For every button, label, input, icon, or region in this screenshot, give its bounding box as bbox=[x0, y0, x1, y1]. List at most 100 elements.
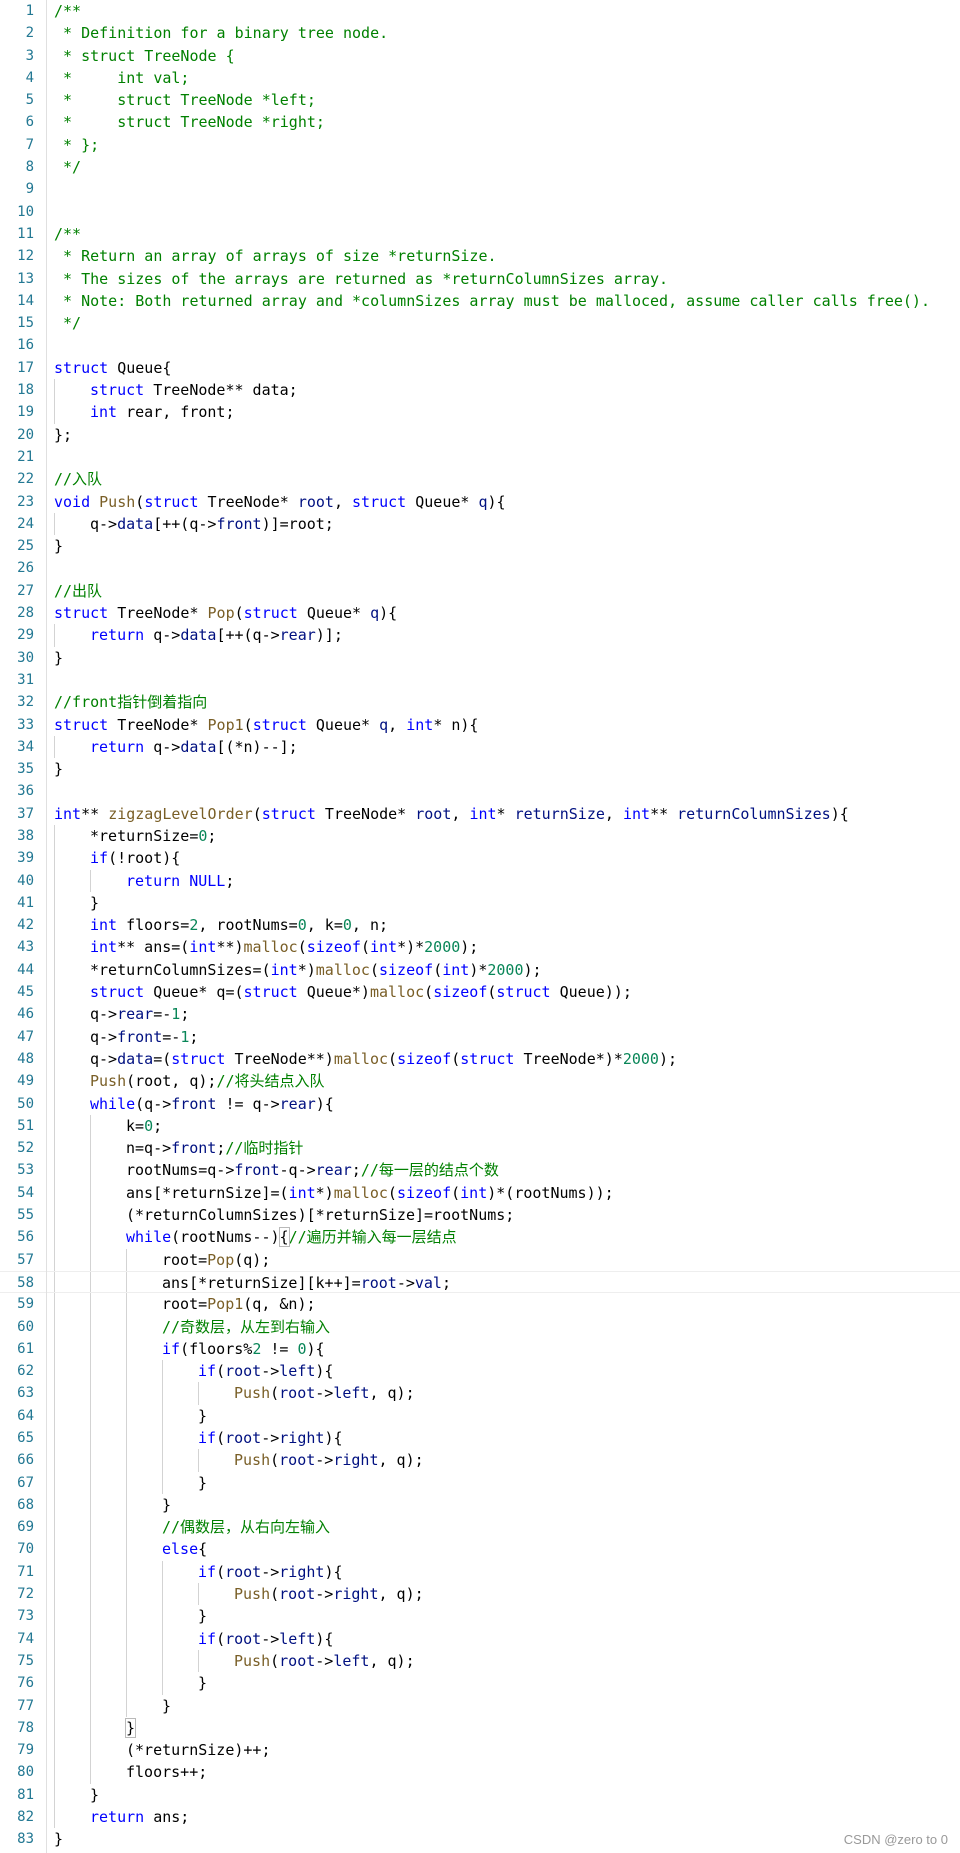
code-line[interactable]: 36 bbox=[0, 780, 960, 802]
code-line[interactable]: 83} bbox=[0, 1828, 960, 1850]
code-line[interactable]: 32 //front指针倒着指向 bbox=[0, 691, 960, 713]
code-line[interactable]: 25} bbox=[0, 535, 960, 557]
code-line[interactable]: 14 * Note: Both returned array and *colu… bbox=[0, 290, 960, 312]
code-line[interactable]: 57 root=Pop(q); bbox=[0, 1248, 960, 1271]
indent-guide bbox=[54, 1649, 55, 1673]
code-line[interactable]: 39 if(!root){ bbox=[0, 847, 960, 870]
code-line[interactable]: 71 if(root->right){ bbox=[0, 1560, 960, 1584]
code-line[interactable]: 81} bbox=[0, 1783, 960, 1807]
code-line[interactable]: 11 /** bbox=[0, 223, 960, 245]
code-line[interactable]: 48 q->data=(struct TreeNode**)malloc(size… bbox=[0, 1047, 960, 1071]
code-line[interactable]: 56 while(rootNums--){//遍历并输入每一层结点 bbox=[0, 1226, 960, 1249]
code-line[interactable]: 50 while(q->front != q->rear){ bbox=[0, 1092, 960, 1115]
code-line[interactable]: 10 bbox=[0, 201, 960, 223]
code-line[interactable]: 4 * int val; bbox=[0, 67, 960, 89]
code-line[interactable]: 45 struct Queue* q=(struct Queue*)malloc(… bbox=[0, 981, 960, 1004]
code-line[interactable]: 6 * struct TreeNode *right; bbox=[0, 111, 960, 133]
code-line[interactable]: 47 q->front=-1; bbox=[0, 1025, 960, 1048]
code-line[interactable]: 20}; bbox=[0, 424, 960, 446]
code-line[interactable]: 16 bbox=[0, 334, 960, 356]
code-line[interactable]: 37 int** zigzagLevelOrder(struct TreeNode… bbox=[0, 803, 960, 825]
code-line[interactable]: 76} bbox=[0, 1672, 960, 1695]
code-line[interactable]: 42 int floors=2, rootNums=0, k=0, n; bbox=[0, 914, 960, 937]
code-line[interactable]: 55 (*returnColumnSizes)[*returnSize]=root… bbox=[0, 1204, 960, 1227]
code-line[interactable]: 18 struct TreeNode** data; bbox=[0, 379, 960, 402]
code-line[interactable]: 40 return NULL; bbox=[0, 869, 960, 892]
code-line[interactable]: 15 */ bbox=[0, 312, 960, 334]
code-text: struct Queue* q=(struct Queue*)malloc(si… bbox=[90, 981, 632, 1003]
code-line[interactable]: 31 bbox=[0, 669, 960, 691]
code-line[interactable]: 24 q->data[++(q->front)]=root; bbox=[0, 512, 960, 536]
code-line[interactable]: 22 //入队 bbox=[0, 468, 960, 490]
code-line[interactable]: 19 int rear, front; bbox=[0, 401, 960, 424]
code-line[interactable]: 13 * The sizes of the arrays are returne… bbox=[0, 268, 960, 290]
code-line[interactable]: 27 //出队 bbox=[0, 580, 960, 602]
code-line[interactable]: 12 * Return an array of arrays of size *… bbox=[0, 245, 960, 267]
token-plain: Queue*) bbox=[297, 983, 370, 1002]
token-comment: //偶数层，从右向左输入 bbox=[162, 1518, 331, 1537]
indent-guide bbox=[90, 1226, 91, 1249]
code-line[interactable]: 29 return q->data[++(q->rear)]; bbox=[0, 624, 960, 647]
code-line[interactable]: 68} bbox=[0, 1493, 960, 1517]
code-line[interactable]: 78} bbox=[0, 1716, 960, 1740]
code-editor[interactable]: 1 /** 2 * Definition for a binary tree nod… bbox=[0, 0, 960, 1853]
code-line[interactable]: 28 struct TreeNode* Pop(struct Queue* q){ bbox=[0, 602, 960, 624]
code-line[interactable]: 46 q->rear=-1; bbox=[0, 1003, 960, 1026]
code-line[interactable]: 3 * struct TreeNode { bbox=[0, 45, 960, 67]
code-line[interactable]: 5 * struct TreeNode *left; bbox=[0, 89, 960, 111]
code-line[interactable]: 34 return q->data[(*n)--]; bbox=[0, 735, 960, 759]
code-line[interactable]: 33 struct TreeNode* Pop1(struct Queue* q,… bbox=[0, 714, 960, 736]
token-plain: -> bbox=[261, 1362, 280, 1381]
code-line[interactable]: 77} bbox=[0, 1694, 960, 1717]
code-line[interactable]: 67} bbox=[0, 1471, 960, 1494]
code-line[interactable]: 21 bbox=[0, 446, 960, 468]
code-line[interactable]: 53 rootNums=q->front-q->rear;//每一层的结点个数 bbox=[0, 1159, 960, 1182]
code-line[interactable]: 60 //奇数层，从左到右输入 bbox=[0, 1315, 960, 1338]
line-number: 5 bbox=[25, 92, 34, 109]
code-line[interactable]: 17 struct Queue{ bbox=[0, 357, 960, 379]
code-line[interactable]: 79 (*returnSize)++; bbox=[0, 1739, 960, 1762]
line-number: 31 bbox=[17, 671, 34, 688]
code-line[interactable]: 23 void Push(struct TreeNode* root, struc… bbox=[0, 491, 960, 513]
code-text: q->data=(struct TreeNode**)malloc(sizeof… bbox=[90, 1048, 677, 1070]
code-line[interactable]: 80 floors++; bbox=[0, 1761, 960, 1784]
code-text: struct TreeNode* Pop(struct Queue* q){ bbox=[54, 602, 397, 624]
code-line[interactable]: 62 if(root->left){ bbox=[0, 1360, 960, 1383]
code-line[interactable]: 52 n=q->front;//临时指针 bbox=[0, 1137, 960, 1160]
code-line[interactable]: 35} bbox=[0, 758, 960, 780]
token-comment: * Definition for a binary tree node. bbox=[54, 24, 389, 43]
code-line[interactable]: 59 root=Pop1(q, &n); bbox=[0, 1293, 960, 1316]
token-plain: ; bbox=[216, 1139, 226, 1158]
code-line[interactable]: 54 ans[*returnSize]=(int*)malloc(sizeof(i… bbox=[0, 1181, 960, 1205]
code-line[interactable]: 7 * }; bbox=[0, 134, 960, 156]
code-line[interactable]: 8 */ bbox=[0, 156, 960, 178]
code-line[interactable]: 44 *returnColumnSizes=(int*)malloc(sizeof… bbox=[0, 958, 960, 982]
token-keyword: NULL bbox=[189, 871, 226, 890]
code-line[interactable]: 1 /** bbox=[0, 0, 960, 22]
code-line[interactable]: 66 Push(root->right, q); bbox=[0, 1449, 960, 1472]
code-line[interactable]: 51 k=0; bbox=[0, 1114, 960, 1138]
code-line[interactable]: 75 Push(root->left, q); bbox=[0, 1649, 960, 1673]
code-line[interactable]: 70 else{ bbox=[0, 1538, 960, 1561]
code-line[interactable]: 69 //偶数层，从右向左输入 bbox=[0, 1516, 960, 1539]
code-line[interactable]: 43 int** ans=(int**)malloc(sizeof(int*)*2… bbox=[0, 936, 960, 959]
indent-guide bbox=[54, 401, 55, 424]
code-line[interactable]: 61 if(floors%2 != 0){ bbox=[0, 1337, 960, 1361]
code-line[interactable]: 64} bbox=[0, 1404, 960, 1427]
code-line[interactable]: 30} bbox=[0, 647, 960, 669]
code-line[interactable]: 65 if(root->right){ bbox=[0, 1427, 960, 1450]
code-line[interactable]: 73} bbox=[0, 1605, 960, 1628]
code-line[interactable]: 26 bbox=[0, 557, 960, 579]
code-line[interactable]: 74 if(root->left){ bbox=[0, 1627, 960, 1650]
code-line[interactable]: 63 Push(root->left, q); bbox=[0, 1382, 960, 1405]
token-plain: =- bbox=[162, 1027, 181, 1046]
indent-guide bbox=[54, 1293, 55, 1316]
code-line[interactable]: 58 ans[*returnSize][k++]=root->val; bbox=[0, 1270, 960, 1294]
code-line[interactable]: 2 * Definition for a binary tree node. bbox=[0, 22, 960, 44]
code-line[interactable]: 82 return ans; bbox=[0, 1806, 960, 1829]
code-line[interactable]: 41} bbox=[0, 891, 960, 915]
code-line[interactable]: 9 bbox=[0, 178, 960, 200]
code-line[interactable]: 38 *returnSize=0; bbox=[0, 824, 960, 848]
code-line[interactable]: 49 Push(root, q);//将头结点入队 bbox=[0, 1070, 960, 1093]
code-line[interactable]: 72 Push(root->right, q); bbox=[0, 1583, 960, 1606]
